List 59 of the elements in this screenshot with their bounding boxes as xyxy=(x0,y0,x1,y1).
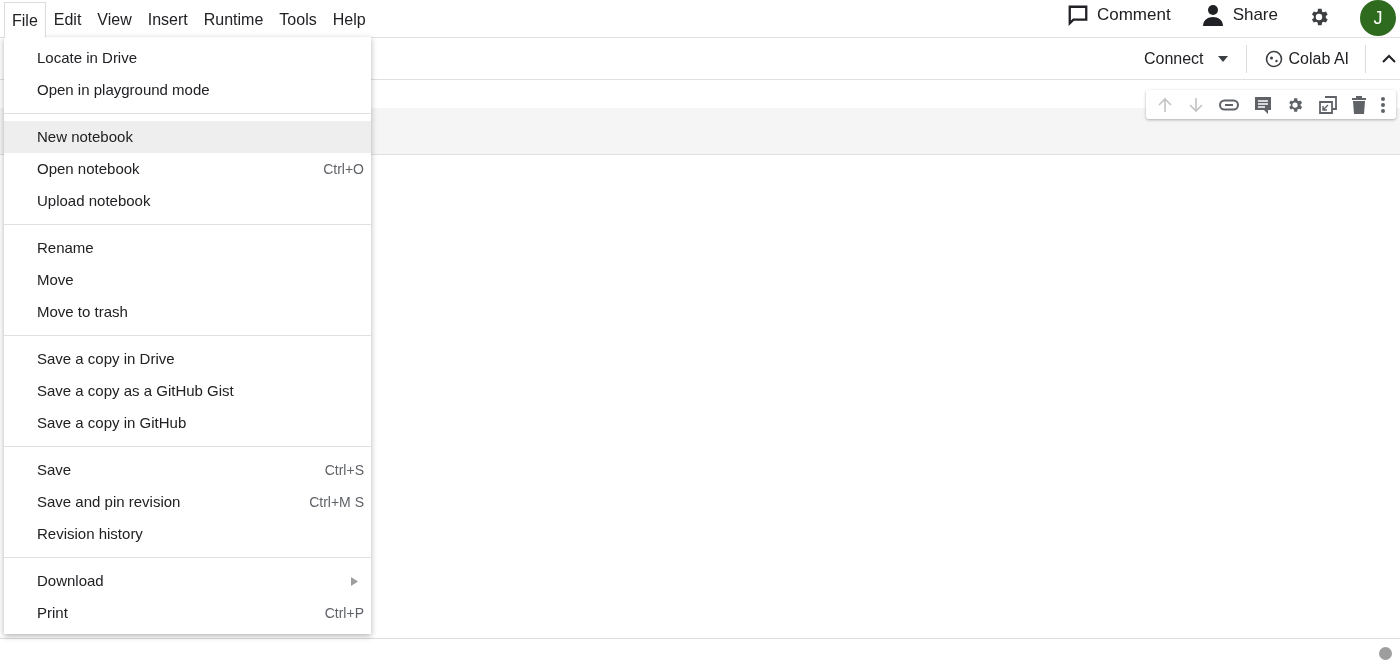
link-icon[interactable] xyxy=(1218,98,1239,111)
menu-option[interactable]: Open notebook Ctrl+O xyxy=(4,153,371,185)
colab-ai-button[interactable]: Colab AI xyxy=(1264,46,1349,71)
menu-option[interactable]: Move xyxy=(4,264,371,296)
shortcut-text: Ctrl+O xyxy=(323,159,364,179)
option-label: Save a copy in GitHub xyxy=(37,412,187,433)
connect-button[interactable]: Connect xyxy=(1143,46,1204,71)
menu-item[interactable]: Tools xyxy=(271,2,325,38)
comment-icon[interactable] xyxy=(1253,95,1272,114)
colab-ai-icon xyxy=(1264,49,1283,68)
menu-option[interactable]: Open in playground mode xyxy=(4,74,371,106)
share-button[interactable]: Share xyxy=(1232,2,1278,28)
menu-option[interactable]: Rename xyxy=(4,232,371,264)
menu-option[interactable]: Move to trash xyxy=(4,296,371,328)
option-label: Save and pin revision xyxy=(37,491,181,512)
option-label: Open notebook xyxy=(37,158,140,179)
option-label: Upload notebook xyxy=(37,190,151,211)
user-avatar[interactable]: J xyxy=(1360,0,1396,36)
menu-option[interactable]: Locate in Drive xyxy=(4,42,371,74)
mirror-cell-icon[interactable] xyxy=(1319,95,1338,114)
menu-item[interactable]: Help xyxy=(324,2,374,38)
shortcut-text: Ctrl+P xyxy=(324,603,364,623)
collapse-icon[interactable] xyxy=(1382,54,1396,63)
menu-option[interactable]: Download xyxy=(4,565,371,597)
menu-item[interactable]: File xyxy=(4,2,46,38)
more-options-icon[interactable] xyxy=(1380,96,1385,113)
dropdown-caret-icon[interactable] xyxy=(1217,55,1228,62)
menu-item[interactable]: Edit xyxy=(45,2,90,38)
trash-icon[interactable] xyxy=(1351,95,1366,114)
menu-option[interactable]: Print Ctrl+P xyxy=(4,597,371,629)
option-label: Revision history xyxy=(37,523,143,544)
menu-option[interactable]: Save a copy as a GitHub Gist xyxy=(4,375,371,407)
option-label: Locate in Drive xyxy=(37,47,138,68)
option-label: Download xyxy=(37,570,104,591)
menu-option[interactable]: Save Ctrl+S xyxy=(4,454,371,486)
menu-item[interactable]: Runtime xyxy=(195,2,272,38)
menu-item[interactable]: View xyxy=(89,2,140,38)
option-label: Open in playground mode xyxy=(37,79,210,100)
option-label: Move to trash xyxy=(37,301,128,322)
option-label: New notebook xyxy=(37,126,133,147)
option-label: Rename xyxy=(37,237,94,258)
menu-option[interactable]: New notebook xyxy=(4,121,371,153)
status-indicator-icon xyxy=(1379,647,1392,660)
person-icon[interactable] xyxy=(1200,3,1225,26)
option-label: Print xyxy=(37,602,68,623)
option-label: Move xyxy=(37,269,74,290)
menu-option[interactable]: Revision history xyxy=(4,518,371,550)
comment-icon[interactable] xyxy=(1066,3,1089,26)
option-label: Save a copy as a GitHub Gist xyxy=(37,380,234,401)
shortcut-text: Ctrl+S xyxy=(324,460,364,480)
menu-option[interactable]: Save and pin revision Ctrl+M S xyxy=(4,486,371,518)
option-label: Save a copy in Drive xyxy=(37,348,175,369)
menu-item[interactable]: Insert xyxy=(139,2,196,38)
menu-option[interactable]: Save a copy in Drive xyxy=(4,343,371,375)
menu-option[interactable]: Save a copy in GitHub xyxy=(4,407,371,439)
option-label: Save xyxy=(37,459,72,480)
menu-option[interactable]: Upload notebook xyxy=(4,185,371,217)
comment-button[interactable]: Comment xyxy=(1096,2,1171,28)
shortcut-text: Ctrl+M S xyxy=(309,492,364,512)
